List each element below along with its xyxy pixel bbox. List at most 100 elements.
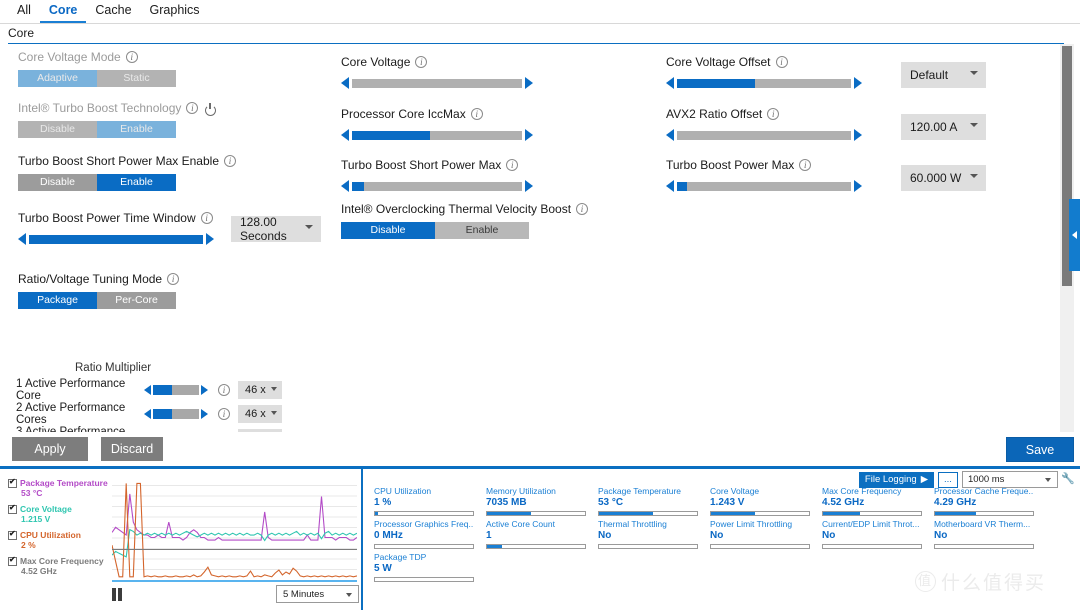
chevron-down-icon[interactable] (305, 225, 313, 229)
slider-increment-icon[interactable] (525, 129, 533, 141)
info-icon[interactable]: i (218, 408, 230, 420)
pause-button[interactable] (112, 588, 123, 601)
info-icon[interactable]: i (200, 212, 213, 224)
chevron-down-icon[interactable] (970, 123, 978, 127)
otvb-option-disable[interactable]: Disable (341, 222, 435, 239)
chevron-down-icon[interactable] (271, 387, 277, 391)
legend-checkbox[interactable] (8, 503, 17, 514)
info-icon[interactable]: i (576, 203, 589, 215)
slider-decrement-icon[interactable] (341, 77, 349, 89)
ratio-row-slider[interactable] (144, 409, 210, 419)
telemetry-chart[interactable] (112, 475, 357, 582)
slider-track[interactable] (677, 130, 851, 140)
info-icon[interactable]: i (775, 56, 788, 68)
tbspm-enable-option-enable[interactable]: Enable (97, 174, 176, 191)
slider-increment-icon[interactable] (201, 385, 208, 395)
slider-decrement-icon[interactable] (666, 77, 674, 89)
discard-button[interactable]: Discard (101, 437, 163, 461)
slider-decrement-icon[interactable] (18, 233, 26, 245)
slider-track[interactable] (352, 181, 522, 191)
chevron-down-icon[interactable] (346, 593, 352, 597)
slider-increment-icon[interactable] (201, 409, 208, 419)
slider-track[interactable] (153, 385, 199, 395)
info-icon[interactable]: i (415, 56, 428, 68)
slider-decrement-icon[interactable] (666, 180, 674, 192)
info-icon[interactable]: i (167, 273, 180, 285)
info-icon[interactable]: i (799, 159, 812, 171)
core-voltage-mode-toggle[interactable]: Adaptive Static (18, 70, 176, 87)
chevron-down-icon[interactable] (970, 174, 978, 178)
info-icon[interactable]: i (218, 384, 230, 396)
core-voltage-mode-option-adaptive[interactable]: Adaptive (18, 70, 97, 87)
slider-increment-icon[interactable] (206, 233, 214, 245)
readout-value: 53 °C (598, 497, 624, 508)
slider-increment-icon[interactable] (854, 180, 862, 192)
slider-track[interactable] (352, 78, 522, 88)
slider-track[interactable] (677, 181, 851, 191)
legend-checkbox[interactable] (8, 555, 17, 566)
tbspm-enable-option-disable[interactable]: Disable (18, 174, 97, 191)
slider-decrement-icon[interactable] (666, 129, 674, 141)
slider-decrement-icon[interactable] (341, 180, 349, 192)
turbo-boost-tech-option-disable[interactable]: Disable (18, 121, 97, 138)
tab-core[interactable]: Core (39, 3, 87, 23)
ratio-row-slider[interactable] (144, 385, 210, 395)
info-icon[interactable]: i (224, 155, 236, 167)
save-button[interactable]: Save (1006, 437, 1074, 462)
tab-all[interactable]: All (8, 3, 40, 23)
tab-graphics[interactable]: Graphics (141, 3, 209, 23)
tb-short-power-max-enable-toggle[interactable]: Disable Enable (18, 174, 176, 191)
info-icon[interactable]: i (470, 108, 483, 120)
tb-power-max-slider[interactable] (666, 180, 862, 192)
ratio-row-value[interactable]: 46 x (238, 381, 282, 399)
slider-increment-icon[interactable] (525, 77, 533, 89)
tb-short-power-max-slider[interactable] (341, 180, 533, 192)
core-voltage-value[interactable]: Default (901, 62, 986, 88)
info-icon[interactable]: i (767, 108, 780, 120)
slider-decrement-icon[interactable] (144, 385, 151, 395)
slider-increment-icon[interactable] (854, 77, 862, 89)
power-icon[interactable] (203, 102, 217, 116)
tb-short-power-max-value[interactable]: 60.000 W (901, 165, 986, 191)
chevron-down-icon[interactable] (271, 411, 277, 415)
slider-increment-icon[interactable] (854, 129, 862, 141)
slider-track[interactable] (153, 409, 199, 419)
rvtm-option-package[interactable]: Package (18, 292, 97, 309)
core-voltage-slider[interactable] (341, 77, 533, 89)
tab-cache[interactable]: Cache (86, 3, 140, 23)
core-voltage-mode-option-static[interactable]: Static (97, 70, 176, 87)
slider-decrement-icon[interactable] (144, 409, 151, 419)
legend-checkbox[interactable] (8, 529, 17, 540)
otvb-toggle[interactable]: Disable Enable (341, 222, 529, 239)
rvtm-option-percore[interactable]: Per-Core (97, 292, 176, 309)
info-icon[interactable]: i (125, 51, 138, 63)
turbo-boost-tech-toggle[interactable]: Disable Enable (18, 121, 176, 138)
ratio-row-value[interactable]: 46 x (238, 405, 282, 423)
chevron-down-icon[interactable] (970, 71, 978, 75)
processor-core-iccmax-slider[interactable] (341, 129, 533, 141)
turbo-boost-tech-option-enable[interactable]: Enable (97, 121, 176, 138)
avx2-ratio-offset-slider[interactable] (666, 129, 862, 141)
info-icon[interactable]: i (186, 102, 199, 114)
ratio-voltage-tuning-mode-toggle[interactable]: Package Per-Core (18, 292, 176, 309)
turbo-boost-tech-label: Intel® Turbo Boost Technology (18, 101, 182, 115)
processor-core-iccmax-value[interactable]: 120.00 A (901, 114, 986, 140)
slider-decrement-icon[interactable] (341, 129, 349, 141)
tb-power-time-window-value[interactable]: 128.00 Seconds (231, 215, 321, 243)
core-voltage-offset-slider[interactable] (666, 77, 862, 89)
slider-track[interactable] (677, 78, 851, 88)
readout-item: Power Limit Throttling No (710, 519, 810, 549)
tb-power-time-window-slider[interactable] (18, 233, 214, 245)
slider-increment-icon[interactable] (525, 180, 533, 192)
info-icon[interactable]: i (506, 159, 519, 171)
monitor-settings-icon[interactable]: 🔧 (1061, 472, 1075, 485)
sidebar-collapse-toggle[interactable] (1069, 199, 1080, 271)
chevron-down-icon[interactable] (1045, 478, 1051, 482)
legend-checkbox[interactable] (8, 477, 17, 488)
apply-button[interactable]: Apply (12, 437, 88, 461)
time-range-select[interactable]: 5 Minutes (276, 585, 359, 603)
slider-track[interactable] (29, 234, 203, 244)
slider-track[interactable] (352, 130, 522, 140)
core-voltage-label-row: Core Voltage i (341, 55, 536, 69)
otvb-option-enable[interactable]: Enable (435, 222, 529, 239)
